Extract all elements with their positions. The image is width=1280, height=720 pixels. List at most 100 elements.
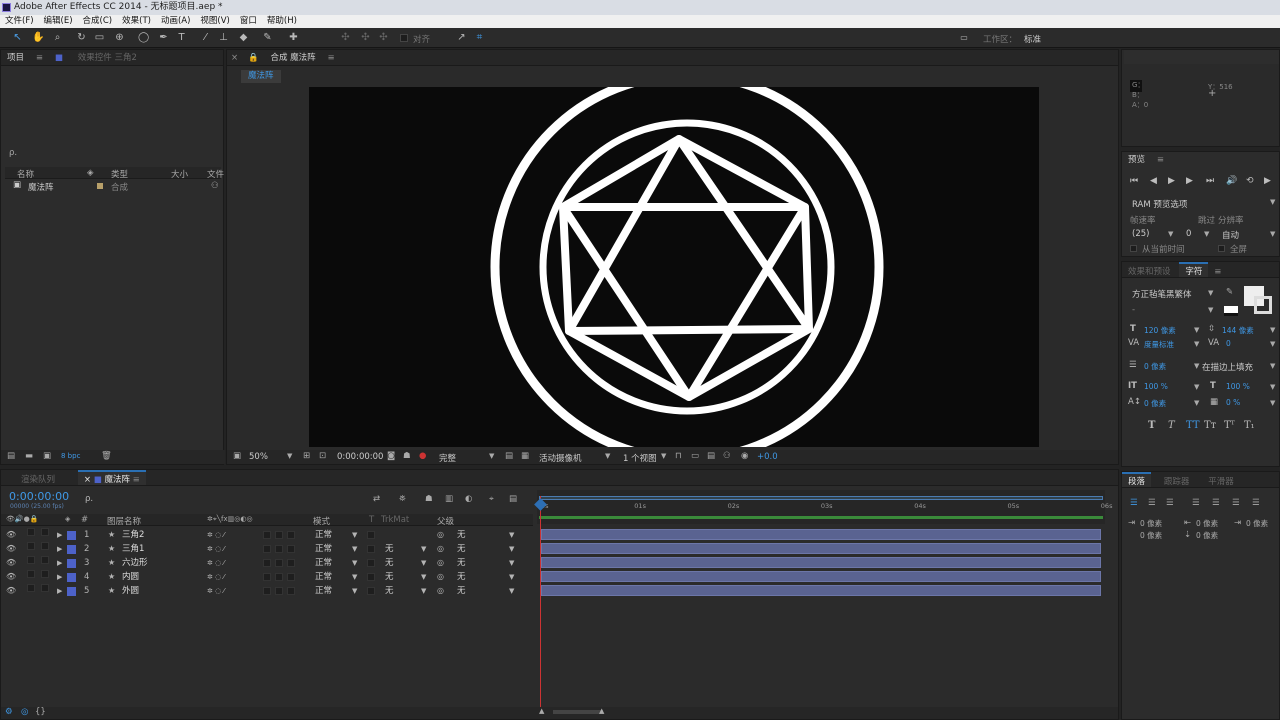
col-type[interactable]: 类型	[111, 168, 128, 180]
align-right-icon[interactable]: ☰	[1166, 498, 1174, 508]
justify-all-icon[interactable]: ☰	[1252, 498, 1260, 508]
trkmat-select[interactable]: 无	[385, 570, 394, 584]
layer-switches-icons[interactable]: ✲ ◌ ⁄	[207, 556, 225, 570]
switch-box[interactable]	[275, 531, 283, 539]
new-comp-icon[interactable]: ▣	[43, 451, 51, 461]
resolution-dropdown-icon[interactable]: ▼	[489, 452, 494, 460]
project-search-input[interactable]: ρ.	[9, 148, 17, 158]
parent-select[interactable]: 无	[457, 570, 466, 584]
subscript-icon[interactable]: T₁	[1244, 420, 1255, 431]
faux-italic-icon[interactable]: T	[1168, 420, 1175, 431]
layer-mode-select[interactable]: 正常	[315, 542, 332, 556]
resolution-preview-dropdown-icon[interactable]: ▼	[1270, 230, 1275, 238]
visibility-eye-icon[interactable]: 👁	[6, 528, 16, 542]
parent-dropdown-icon[interactable]: ▼	[509, 528, 514, 542]
interpret-footage-icon[interactable]: ▤	[7, 451, 15, 461]
views-select[interactable]: 1 个视图	[623, 452, 657, 464]
zoom-select[interactable]: 50%	[249, 452, 268, 462]
lock-icon[interactable]: 🔒	[245, 50, 262, 65]
tsume-dropdown-icon[interactable]: ▼	[1270, 399, 1275, 407]
layer-duration-bar[interactable]	[541, 529, 1101, 540]
switch-box[interactable]	[275, 545, 283, 553]
kerning-dropdown-icon[interactable]: ▼	[1194, 340, 1199, 348]
brainstorm-icon[interactable]: ▤	[509, 494, 517, 504]
flowchart-icon[interactable]: ⚇	[211, 181, 219, 191]
font-style-select[interactable]: -	[1132, 305, 1135, 315]
menu-edit[interactable]: 编辑(E)	[39, 15, 78, 28]
solo-toggle[interactable]	[27, 556, 35, 564]
switch-box[interactable]	[287, 559, 295, 567]
timeline-icon[interactable]: ▤	[707, 451, 715, 461]
kerning-value[interactable]: 度量标准	[1144, 339, 1174, 350]
mask-tool-icon[interactable]: ◯	[138, 32, 149, 43]
trkmat-dropdown-icon[interactable]: ▼	[421, 556, 426, 570]
zoom-slider[interactable]	[553, 710, 603, 714]
expand-arrow-icon[interactable]: ▶	[57, 584, 62, 598]
parent-pickwhip-icon[interactable]: ◎	[437, 556, 444, 570]
first-frame-icon[interactable]: ⏮	[1130, 176, 1138, 186]
channel-icon[interactable]: ●	[419, 451, 426, 461]
skip-dropdown-icon[interactable]: ▼	[1204, 230, 1209, 238]
preserve-transparency-toggle[interactable]	[367, 545, 375, 553]
axis-world-icon[interactable]: ✣	[360, 32, 371, 43]
tab-tracker[interactable]: 跟踪器	[1154, 474, 1200, 487]
switch-box[interactable]	[275, 559, 283, 567]
project-item[interactable]: ▣ 魔法阵 合成 ⚇	[5, 180, 221, 193]
menu-help[interactable]: 帮助(H)	[262, 15, 302, 28]
baseline-shift-value[interactable]: 0 像素	[1144, 398, 1166, 409]
axis-view-icon[interactable]: ✣	[378, 32, 389, 43]
item-label-swatch[interactable]	[97, 183, 103, 189]
trkmat-select[interactable]: 无	[385, 542, 394, 556]
prev-frame-icon[interactable]: ◀	[1150, 176, 1157, 186]
snap-icon[interactable]: ↗	[456, 32, 467, 43]
tab-effects-presets[interactable]: 效果和预设	[1122, 264, 1177, 277]
delete-icon[interactable]: 🗑	[101, 451, 112, 461]
menu-view[interactable]: 视图(V)	[195, 15, 234, 28]
timeline-timecode[interactable]: 0:00:00:00	[9, 490, 69, 503]
space-before-value[interactable]: 0 像素	[1140, 530, 1162, 541]
camera-tool-icon[interactable]: ▭	[94, 32, 105, 43]
layer-row[interactable]: 👁 ▶ 3 ★ 六边形 ✲ ◌ ⁄ 正常 ▼ 无 ▼ ◎ 无 ▼	[1, 556, 533, 570]
switch-box[interactable]	[263, 559, 271, 567]
col-trkmat[interactable]: TrkMat	[381, 515, 409, 525]
preserve-transparency-toggle[interactable]	[367, 559, 375, 567]
stroke-color-swatch[interactable]	[1254, 296, 1272, 314]
timeline-close-icon[interactable]: ×	[84, 475, 94, 485]
fps-dropdown-icon[interactable]: ▼	[1168, 230, 1173, 238]
draft-3d-icon[interactable]: ⛯	[399, 494, 406, 504]
menu-window[interactable]: 窗口	[235, 15, 262, 28]
flowchart-view-icon[interactable]: ⚇	[723, 451, 731, 461]
zoom-out-icon[interactable]: ▲	[539, 707, 544, 715]
layer-duration-bar[interactable]	[541, 543, 1101, 554]
font-family-select[interactable]: 方正毡笔黑繁体	[1132, 288, 1192, 300]
rotate-tool-icon[interactable]: ↻	[76, 32, 87, 43]
snapshot-icon[interactable]: ◙	[387, 451, 395, 461]
trkmat-dropdown-icon[interactable]: ▼	[421, 570, 426, 584]
parent-pickwhip-icon[interactable]: ◎	[437, 570, 444, 584]
layer-label-color[interactable]	[67, 587, 76, 596]
exposure-value[interactable]: +0.0	[757, 452, 778, 462]
resolution-select-preview[interactable]: 自动	[1222, 229, 1239, 241]
visibility-eye-icon[interactable]: 👁	[6, 584, 16, 598]
preserve-transparency-toggle[interactable]	[367, 531, 375, 539]
timeline-menu-icon[interactable]: ≡	[133, 475, 140, 485]
layer-row[interactable]: 👁 ▶ 4 ★ 内圆 ✲ ◌ ⁄ 正常 ▼ 无 ▼ ◎ 无 ▼	[1, 570, 533, 584]
eyedropper-icon[interactable]: ✎	[1226, 287, 1233, 297]
indent-first-value[interactable]: 0 像素	[1246, 518, 1268, 529]
zoom-in-icon[interactable]: ▲	[599, 707, 604, 715]
tab-character[interactable]: 字符	[1179, 262, 1209, 277]
toggle-modes-icon[interactable]: ◎	[21, 707, 28, 717]
mask-visibility-icon[interactable]: ⊡	[319, 451, 326, 461]
tsume-value[interactable]: 0 %	[1226, 398, 1240, 407]
mode-dropdown-icon[interactable]: ▼	[352, 570, 357, 584]
parent-select[interactable]: 无	[457, 542, 466, 556]
toggle-switches-icon[interactable]: ⚙	[5, 707, 13, 717]
type-tool-icon[interactable]: T	[176, 32, 187, 43]
leading-value[interactable]: 144 像素	[1222, 325, 1254, 336]
comp-timecode[interactable]: 0:00:00:00	[337, 452, 383, 462]
horizontal-scale-value[interactable]: 100 %	[1226, 382, 1250, 391]
pen-tool-icon[interactable]: ✒	[158, 32, 169, 43]
show-snapshot-icon[interactable]: ☗	[403, 451, 411, 461]
mode-dropdown-icon[interactable]: ▼	[352, 556, 357, 570]
lock-toggle[interactable]	[41, 542, 49, 550]
